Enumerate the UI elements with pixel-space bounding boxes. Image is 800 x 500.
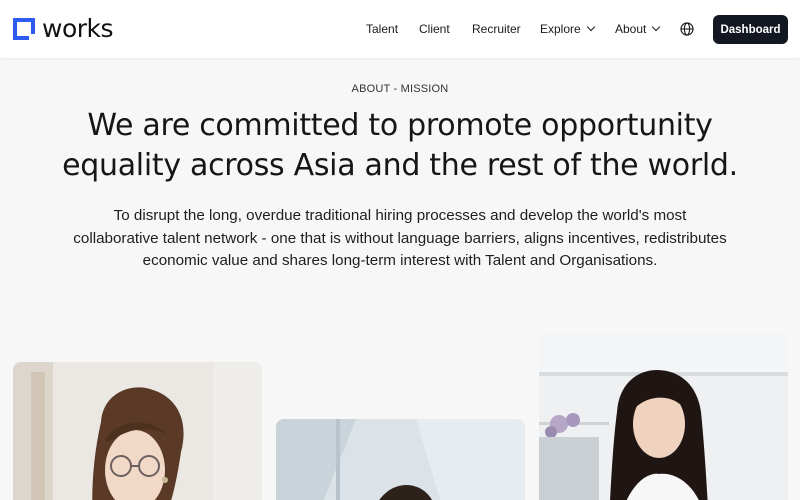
description-line-2: collaborative talent network - one that … (73, 229, 727, 247)
section-eyebrow: ABOUT - MISSION (351, 83, 449, 95)
nav-about[interactable]: About (615, 22, 661, 36)
nav-recruiter[interactable]: Recruiter (472, 22, 521, 36)
brand-logo[interactable]: works (12, 14, 114, 43)
globe-icon[interactable] (680, 22, 694, 36)
nav-talent[interactable]: Talent (366, 22, 398, 36)
nav-talent-label: Talent (366, 22, 399, 36)
chevron-down-icon (586, 22, 595, 32)
woman-long-hair-photo (539, 332, 788, 500)
dashboard-button[interactable]: Dashboard (713, 15, 788, 44)
photo-illustration (539, 332, 788, 500)
nav-explore-label: Explore (540, 22, 581, 36)
person-by-window-photo (276, 419, 525, 500)
woman-with-glasses-photo (13, 362, 262, 500)
description-line-3: economic value and shares long-term inte… (142, 252, 658, 269)
works-logo-mark-icon (12, 17, 36, 41)
mission-description: To disrupt the long, overdue traditional… (40, 205, 760, 273)
photo-illustration (276, 419, 525, 500)
nav-about-label: About (615, 22, 647, 36)
dashboard-button-label: Dashboard (720, 23, 781, 36)
nav-recruiter-label: Recruiter (472, 22, 521, 36)
photo-illustration (13, 362, 262, 500)
nav-explore[interactable]: Explore (540, 22, 595, 36)
headline-line-2: equality across Asia and the rest of the… (62, 148, 738, 183)
mission-headline: We are committed to promote opportunity … (40, 106, 760, 186)
headline-line-1: We are committed to promote opportunity (87, 108, 713, 143)
chevron-down-icon (652, 22, 661, 32)
nav-client[interactable]: Client (419, 22, 450, 36)
nav-client-label: Client (419, 22, 450, 36)
top-navigation-bar: works Talent Client Recruiter Explore Ab… (0, 0, 800, 58)
brand-name: works (42, 14, 114, 43)
description-line-1: To disrupt the long, overdue traditional… (113, 207, 687, 224)
